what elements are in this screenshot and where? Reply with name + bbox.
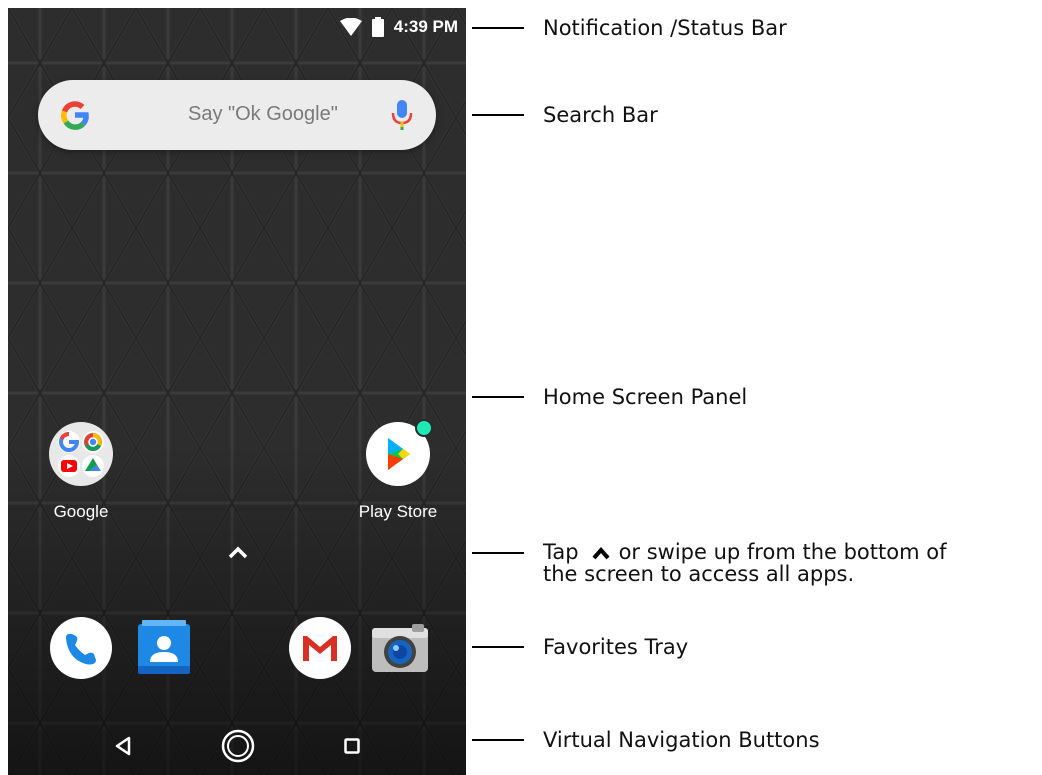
callout-text: Tap or swipe up from the bottom of the sc… — [543, 541, 946, 585]
callout-line — [472, 27, 524, 29]
app-google-folder[interactable]: Google — [21, 422, 141, 522]
wifi-icon — [339, 18, 362, 36]
callout-favorites-tray: Favorites Tray — [472, 635, 688, 659]
status-time: 4:39 PM — [393, 17, 458, 36]
callout-tap-prefix: Tap — [543, 540, 579, 564]
callout-line — [472, 552, 524, 554]
app-play-store[interactable]: Play Store — [338, 419, 458, 522]
callout-search-bar: Search Bar — [472, 103, 658, 127]
callout-home-screen-panel: Home Screen Panel — [472, 385, 747, 409]
callout-line — [472, 396, 524, 398]
callout-text: Notification /Status Bar — [543, 16, 787, 40]
chevron-up-icon[interactable] — [226, 544, 250, 560]
navigation-bar — [8, 715, 466, 775]
callout-text: Favorites Tray — [543, 635, 689, 659]
recents-icon[interactable] — [344, 738, 360, 754]
callout-line — [472, 646, 524, 648]
chevron-up-icon — [592, 546, 610, 560]
google-g-icon — [61, 101, 89, 130]
app-label: Google — [53, 502, 109, 521]
contacts-icon[interactable] — [132, 616, 196, 680]
callout-line — [472, 739, 524, 741]
callout-text: Home Screen Panel — [543, 385, 748, 409]
callout-tap-line2: the screen to access all apps. — [543, 562, 855, 586]
callout-text: Virtual Navigation Buttons — [543, 728, 820, 752]
callout-line — [472, 114, 524, 116]
app-label: Play Store — [358, 502, 438, 521]
callout-text: Search Bar — [543, 103, 658, 127]
search-hint: Say "Ok Google" — [188, 103, 338, 125]
gmail-icon[interactable] — [288, 616, 352, 680]
google-folder-icon — [49, 422, 113, 486]
search-bar[interactable]: Say "Ok Google" — [38, 80, 436, 150]
home-icon[interactable] — [221, 729, 255, 763]
callout-tap-suffix: or swipe up from the bottom of — [618, 540, 947, 564]
callout-status-bar: Notification /Status Bar — [472, 16, 787, 40]
battery-icon — [371, 17, 384, 37]
status-bar[interactable]: 4:39 PM — [8, 8, 466, 48]
back-icon[interactable] — [113, 735, 133, 757]
play-store-icon — [366, 419, 433, 486]
callout-navigation-buttons: Virtual Navigation Buttons — [472, 728, 820, 752]
mic-icon[interactable] — [390, 98, 414, 132]
phone-screen: 4:39 PM Say "Ok Google" Google Play Stor… — [8, 8, 466, 775]
phone-icon[interactable] — [49, 616, 113, 680]
camera-icon[interactable] — [368, 616, 432, 680]
